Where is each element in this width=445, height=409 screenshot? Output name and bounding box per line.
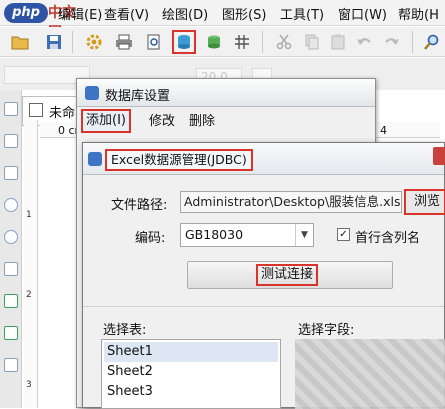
- test-connection-label: 测试连接: [256, 264, 319, 286]
- browse-button[interactable]: 浏览: [404, 189, 445, 215]
- paste-icon: [331, 34, 345, 50]
- folder-icon: [11, 36, 29, 50]
- list-item[interactable]: Sheet3: [104, 382, 278, 402]
- menu-window[interactable]: 窗口(W): [338, 4, 387, 23]
- barcode-tool[interactable]: [4, 294, 18, 308]
- select-table-label: 选择表:: [103, 323, 147, 338]
- list-item[interactable]: Sheet1: [104, 342, 278, 362]
- field-list[interactable]: [295, 339, 445, 409]
- print-preview-button[interactable]: [142, 30, 166, 54]
- test-connection-button[interactable]: 测试连接: [187, 261, 393, 289]
- add-menu-button[interactable]: 添加(I): [81, 109, 131, 133]
- ruler-tick-label: 4: [380, 124, 387, 137]
- rectangle-tool[interactable]: [4, 262, 18, 276]
- ruler-tick-label: 2: [26, 290, 32, 300]
- ruler-tick-label: 3: [26, 380, 32, 390]
- menu-bar: php 中文网 编辑(E) 查看(V) 绘图(D) 图形(S) 工具(T) 窗口…: [0, 0, 445, 41]
- save-icon: [47, 35, 61, 49]
- circle-tool[interactable]: [4, 230, 18, 244]
- toolbar-separator: [262, 31, 263, 53]
- menu-shape[interactable]: 图形(S): [222, 4, 266, 23]
- search-icon: [424, 34, 439, 50]
- line-tool[interactable]: [4, 166, 18, 180]
- encoding-label: 编码:: [135, 231, 166, 246]
- save-button[interactable]: [42, 30, 66, 54]
- list-item[interactable]: Sheet2: [104, 362, 278, 382]
- encoding-value: GB18030: [185, 227, 244, 242]
- excel-dialog-titlebar: Excel数据源管理(JDBC): [83, 143, 445, 175]
- undo-icon: [357, 38, 371, 45]
- database-settings-titlebar: 数据库设置: [77, 79, 375, 107]
- left-tool-strip: [0, 90, 22, 408]
- database-stack-icon: [208, 35, 220, 49]
- copy-button[interactable]: [300, 30, 324, 54]
- database-window-icon: [85, 86, 99, 100]
- toolbar-separator: [72, 31, 73, 53]
- text-tool[interactable]: [4, 134, 18, 148]
- print-button[interactable]: [112, 30, 136, 54]
- vertical-ruler: 1 2 3: [24, 120, 38, 408]
- database-settings-button[interactable]: [172, 30, 196, 54]
- search-button[interactable]: [420, 30, 444, 54]
- copy-icon: [305, 34, 319, 50]
- excel-dialog-title: Excel数据源管理(JDBC): [105, 149, 253, 171]
- database-icon: [178, 35, 190, 49]
- settings-button[interactable]: [82, 30, 106, 54]
- redo-icon: [385, 38, 399, 45]
- printer-icon: [116, 34, 132, 50]
- file-path-label: 文件路径:: [111, 198, 168, 213]
- logo-badge: php: [4, 3, 48, 23]
- menu-edit[interactable]: 编辑(E): [58, 4, 102, 23]
- encoding-select[interactable]: GB18030 ▼: [180, 223, 314, 247]
- document-tab-label: 未命: [49, 106, 76, 121]
- undo-button[interactable]: [352, 30, 376, 54]
- cut-icon: [276, 34, 292, 50]
- ellipse-tool[interactable]: [4, 198, 18, 212]
- image-tool[interactable]: [4, 326, 18, 340]
- delete-menu-button[interactable]: 删除: [189, 112, 215, 132]
- paste-button[interactable]: [326, 30, 350, 54]
- menu-view[interactable]: 查看(V): [104, 4, 149, 23]
- toolbar-separator: [412, 31, 413, 53]
- redo-button[interactable]: [380, 30, 404, 54]
- database-settings-title: 数据库设置: [105, 89, 171, 104]
- excel-datasource-dialog: Excel数据源管理(JDBC) 文件路径: Administrator\Des…: [82, 142, 445, 409]
- edit-menu-button[interactable]: 修改: [149, 112, 175, 132]
- toolbar: [0, 27, 445, 57]
- cut-button[interactable]: [272, 30, 296, 54]
- chevron-down-icon[interactable]: ▼: [295, 224, 313, 246]
- menu-help[interactable]: 帮助(H: [398, 4, 439, 23]
- first-row-header-checkbox[interactable]: ✓: [337, 228, 350, 241]
- excel-dialog-icon: [88, 152, 102, 166]
- open-button[interactable]: [8, 30, 32, 54]
- gear-icon: [86, 34, 102, 50]
- grid-button[interactable]: [230, 30, 254, 54]
- menu-draw[interactable]: 绘图(D): [162, 4, 208, 23]
- close-button[interactable]: [433, 147, 445, 165]
- sheet-list[interactable]: Sheet1 Sheet2 Sheet3: [101, 339, 281, 409]
- select-field-label: 选择字段:: [298, 323, 355, 338]
- ruler-tick-label: 1: [26, 210, 32, 220]
- data-source-button[interactable]: [202, 30, 226, 54]
- pointer-tool[interactable]: [4, 102, 18, 116]
- preview-icon: [147, 34, 160, 50]
- document-icon: [29, 103, 43, 117]
- divider: [83, 306, 444, 307]
- file-path-input[interactable]: Administrator\Desktop\服装信息.xls: [180, 191, 402, 213]
- table-tool[interactable]: [4, 358, 18, 372]
- grid-icon: [235, 35, 249, 49]
- menu-tools[interactable]: 工具(T): [280, 4, 324, 23]
- first-row-header-label: 首行含列名: [355, 231, 421, 246]
